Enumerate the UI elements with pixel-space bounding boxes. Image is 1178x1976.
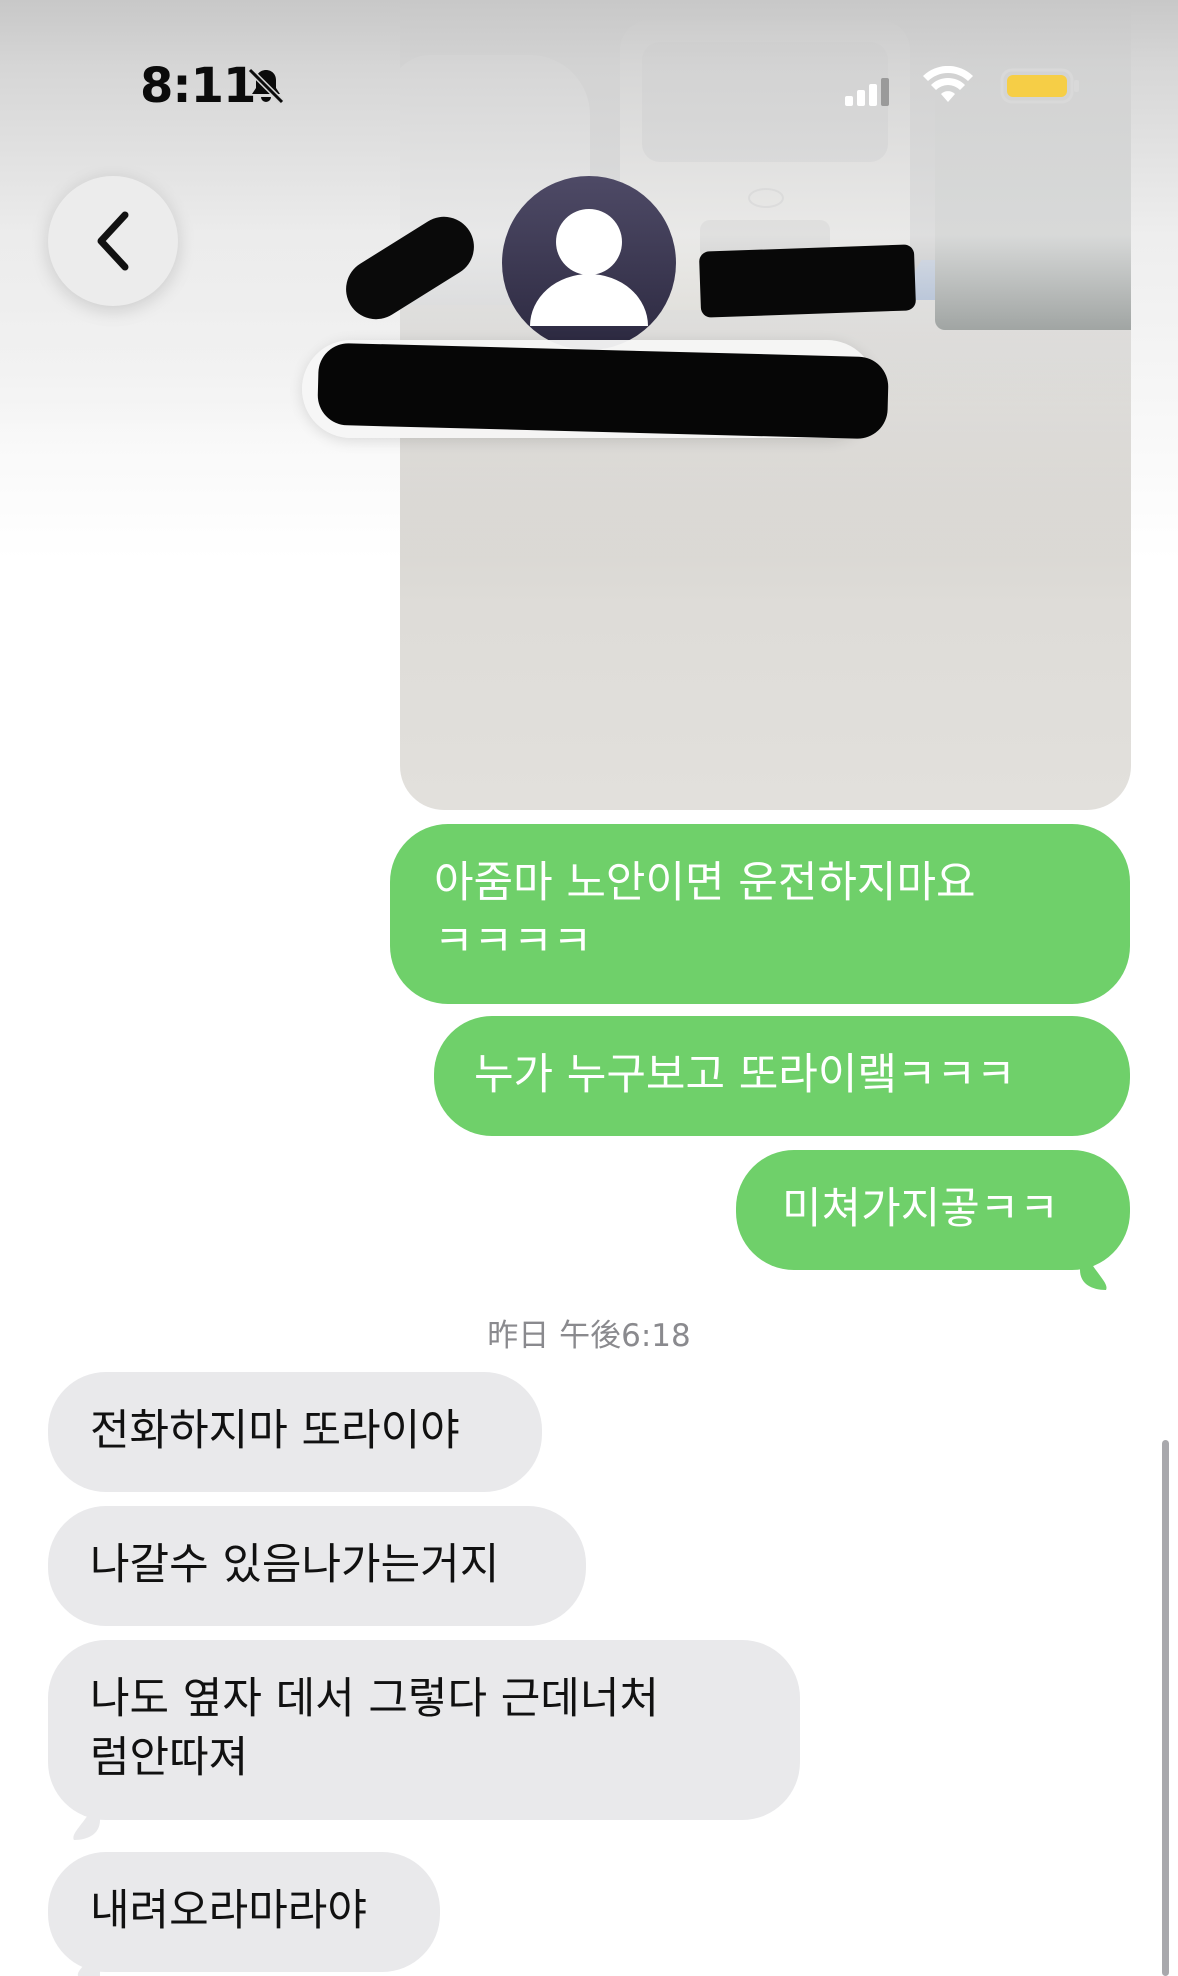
message-text: 내려오라마라야 [90,1886,367,1936]
bubble-tail [1080,1240,1107,1290]
outgoing-message[interactable]: 누가 누구보고 또라이랰ㅋㅋㅋ [434,1016,1130,1136]
battery-icon [1000,68,1079,104]
incoming-message[interactable]: 나도 옆자 데서 그렇다 근데너처 럼안따져 [48,1640,800,1820]
message-text: 나도 옆자 데서 그렇다 근데너처 럼안따져 [90,1674,659,1783]
status-time: 8:11 [140,58,256,114]
incoming-message[interactable]: 내려오라마라야 [48,1852,440,1972]
photo-car-logo [748,188,784,208]
outgoing-message[interactable]: 미쳐가지곻ㅋㅋ [736,1150,1130,1270]
outgoing-message[interactable]: 아줌마 노안이면 운전하지마요 ㅋㅋㅋㅋ [390,824,1130,1004]
scrollbar[interactable] [1162,1440,1169,1976]
message-timestamp: 昨日 午後6:18 [487,1318,691,1354]
person-silhouette-icon [530,209,648,326]
contact-avatar[interactable] [502,176,676,350]
incoming-message[interactable]: 전화하지마 또라이야 [48,1372,542,1492]
wifi-icon [923,66,973,102]
bubble-tail [77,1944,100,1976]
message-text: 나갈수 있음나가는거지 [90,1540,500,1590]
bubble-tail [73,1792,100,1840]
cellular-signal-icon [845,78,889,106]
incoming-message[interactable]: 나갈수 있음나가는거지 [48,1506,586,1626]
message-text: 누가 누구보고 또라이랰ㅋㅋㅋ [474,1050,1016,1100]
message-text: 전화하지마 또라이야 [90,1406,460,1456]
redaction-scribble [317,342,889,440]
chevron-left-icon [97,211,129,271]
message-text: 미쳐가지곻ㅋㅋ [782,1184,1059,1234]
message-text: 아줌마 노안이면 운전하지마요 ㅋㅋㅋㅋ [434,858,976,967]
bell-slash-icon [247,67,285,105]
back-button[interactable] [48,176,178,306]
redaction-scribble [698,244,917,318]
